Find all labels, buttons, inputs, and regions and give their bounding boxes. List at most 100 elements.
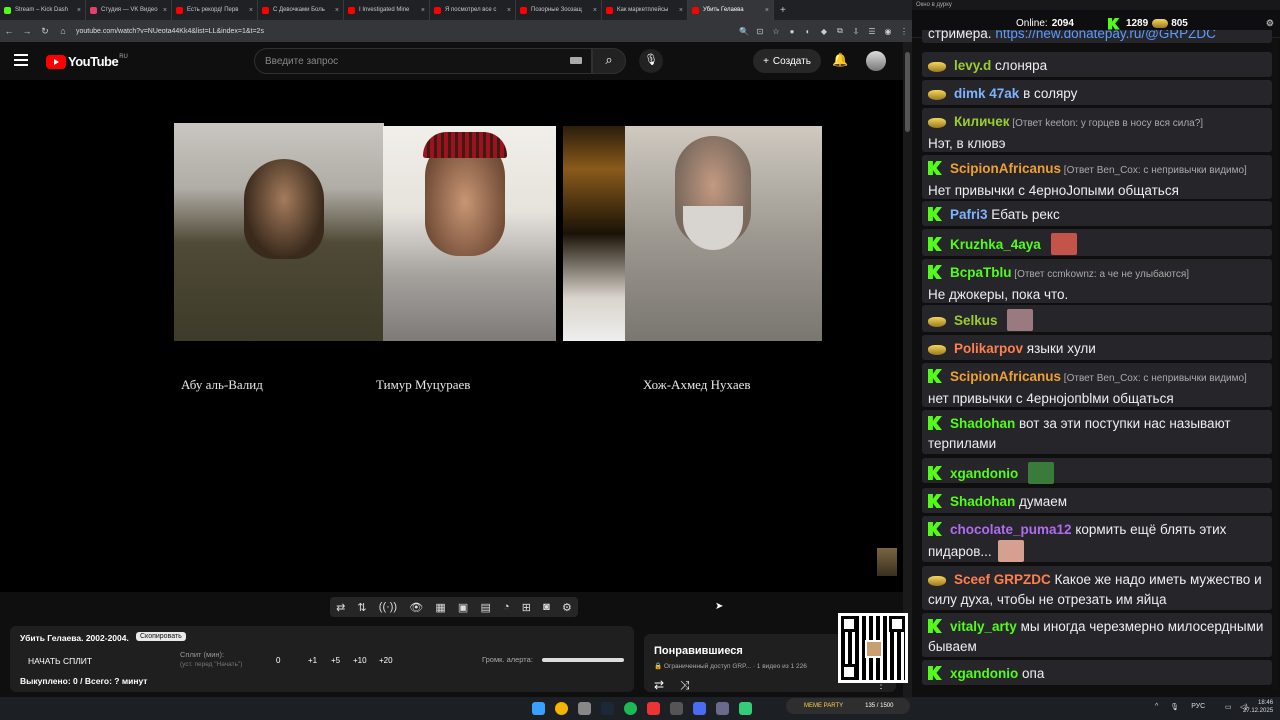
notifications-bell-icon[interactable]: 🔔 [832,52,848,68]
chat-username[interactable]: Selkus [954,313,998,328]
forward-icon[interactable]: → [18,26,36,36]
network-icon[interactable]: ▭ [1225,703,1232,711]
chat-username[interactable]: BcpaTblu [950,265,1012,280]
more-icon[interactable]: ⋮ [896,27,912,36]
copy-button[interactable]: Скопировать [136,632,186,641]
chat-username[interactable]: vitaly_arty [950,619,1017,634]
browser-tab[interactable]: Позорные Зоозащ × [516,0,602,20]
browser-tab[interactable]: Я посмотрел все с × [430,0,516,20]
video-thumbnail-overlay[interactable] [877,548,897,576]
browser-tab[interactable]: Есть рекорд! Перв × [172,0,258,20]
chat-username[interactable]: GRPZDC [990,572,1051,587]
tab-close-icon[interactable]: × [249,7,253,14]
tab-close-icon[interactable]: × [765,7,769,14]
video-player[interactable]: Абу аль-Валид Тимур Муцураев Хож-Ахмед Н… [0,80,903,592]
create-button[interactable]: + Создать [753,49,821,73]
new-tab-icon[interactable]: + [780,5,786,16]
chat-username[interactable]: xgandonio [950,666,1018,681]
tray-arrow-icon[interactable]: ^ [1155,703,1158,711]
chat-username[interactable]: chocolate_puma12 [950,522,1072,537]
chat-username[interactable]: Киличек [954,114,1010,129]
app-icon[interactable] [693,702,706,715]
app-icon[interactable] [670,702,683,715]
avatar[interactable] [866,51,886,71]
donation-link[interactable]: https://new.donatepay.ru/@GRPZDC [995,30,1216,41]
browser-tab[interactable]: Stream – Kick Dash × [0,0,86,20]
browser-tab[interactable]: Студия — VK Видео × [86,0,172,20]
page-scrollbar[interactable] [903,42,912,697]
steam-icon[interactable] [601,702,614,715]
browser-tab[interactable]: С Девочками Боль × [258,0,344,20]
shuffle-icon[interactable]: ⤨ [680,678,690,693]
settings-icon[interactable]: ⚙ [562,601,572,614]
meme-party-widget[interactable]: MEME PARTY 135 / 1500 [786,698,910,714]
yandex-icon[interactable] [647,702,660,715]
chat-username[interactable]: Shadohan [950,494,1015,509]
extension-icon[interactable]: ● [784,27,800,36]
spotify-icon[interactable] [624,702,637,715]
clapper-icon[interactable]: ▦ [435,601,445,614]
profile-icon[interactable]: ◉ [880,27,896,36]
url-field[interactable]: youtube.com/watch?v=NUeota44Kk4&list=LL&… [76,28,736,35]
settings-gear-icon[interactable]: ⚙ [1266,18,1274,29]
tab-close-icon[interactable]: × [421,7,425,14]
speed-icon[interactable]: ◔ [503,601,510,613]
start-windows-icon[interactable] [532,702,545,715]
voice-search-button[interactable]: 🎙 [639,49,663,73]
chat-username[interactable]: Kruzhka_4aya [950,237,1041,252]
clock[interactable]: 18:46 27.12.2025 [1243,699,1273,715]
app-icon[interactable] [716,702,729,715]
extension-icon[interactable]: ◆ [816,27,832,36]
tab-close-icon[interactable]: × [77,7,81,14]
loop-icon[interactable]: ⇄ [654,678,664,692]
repeat-icon[interactable]: ⇄ [336,601,345,614]
app-icon[interactable] [739,702,752,715]
search-button[interactable]: ⌕ [592,48,626,74]
tab-close-icon[interactable]: × [335,7,339,14]
more-options-icon[interactable]: ⋮ [876,680,886,691]
chat-username[interactable]: xgandonio [950,466,1018,481]
split-step-button[interactable]: +20 [379,656,393,665]
tab-close-icon[interactable]: × [593,7,597,14]
reload-icon[interactable]: ↻ [36,26,54,37]
chat-username[interactable]: Pafri3 [950,207,988,222]
mic-tray-icon[interactable]: 🎙 [1170,703,1179,711]
explorer-icon[interactable] [578,702,591,715]
chat-username[interactable]: levy.d [954,58,991,73]
zoom-icon[interactable]: 🔍 [736,27,752,36]
tab-close-icon[interactable]: × [679,7,683,14]
hamburger-menu-icon[interactable] [14,54,28,66]
reading-list-icon[interactable]: ☰ [864,27,880,36]
split-step-button[interactable]: 0 [276,656,280,665]
download-icon[interactable]: ⇩ [848,27,864,36]
puzzle-icon[interactable]: ⧉ [832,26,848,36]
browser-tab[interactable]: I Investigated Mine × [344,0,430,20]
youtube-logo[interactable]: YouTube RU [46,54,128,69]
eye-icon[interactable]: 👁 [409,601,423,614]
frame-icon[interactable]: ▣ [458,601,468,614]
browser-tab[interactable]: Убить Гелаева × [688,0,774,20]
start-split-button[interactable]: НАЧАТЬ СПЛИТ [28,656,92,666]
chat-username[interactable]: ScipionAfricanus [950,161,1061,176]
search-input[interactable]: Введите запрос [254,48,592,74]
chat-username[interactable]: Sceef [954,572,990,587]
sort-icon[interactable]: ⇅ [357,601,366,614]
add-clip-icon[interactable]: ⊞ [522,601,531,614]
split-step-button[interactable]: +10 [353,656,367,665]
language-indicator[interactable]: РУС [1191,703,1205,711]
chat-scrollbar[interactable] [1272,40,1278,690]
alert-volume-slider[interactable] [542,658,624,662]
keyboard-icon[interactable] [570,57,582,64]
back-icon[interactable]: ← [0,26,18,36]
split-step-button[interactable]: +5 [331,656,340,665]
broadcast-icon[interactable]: ((·)) [379,601,397,613]
install-icon[interactable]: ⊡ [752,27,768,36]
extension-icon[interactable]: ◐ [800,27,816,36]
bookmark-star-icon[interactable]: ☆ [768,27,784,36]
tab-close-icon[interactable]: × [507,7,511,14]
chat-username[interactable]: ScipionAfricanus [950,369,1061,384]
camera-icon[interactable]: ◙ [543,601,550,613]
home-icon[interactable]: ⌂ [54,26,72,36]
chat-username[interactable]: Shadohan [950,416,1015,431]
chrome-icon[interactable] [555,702,568,715]
